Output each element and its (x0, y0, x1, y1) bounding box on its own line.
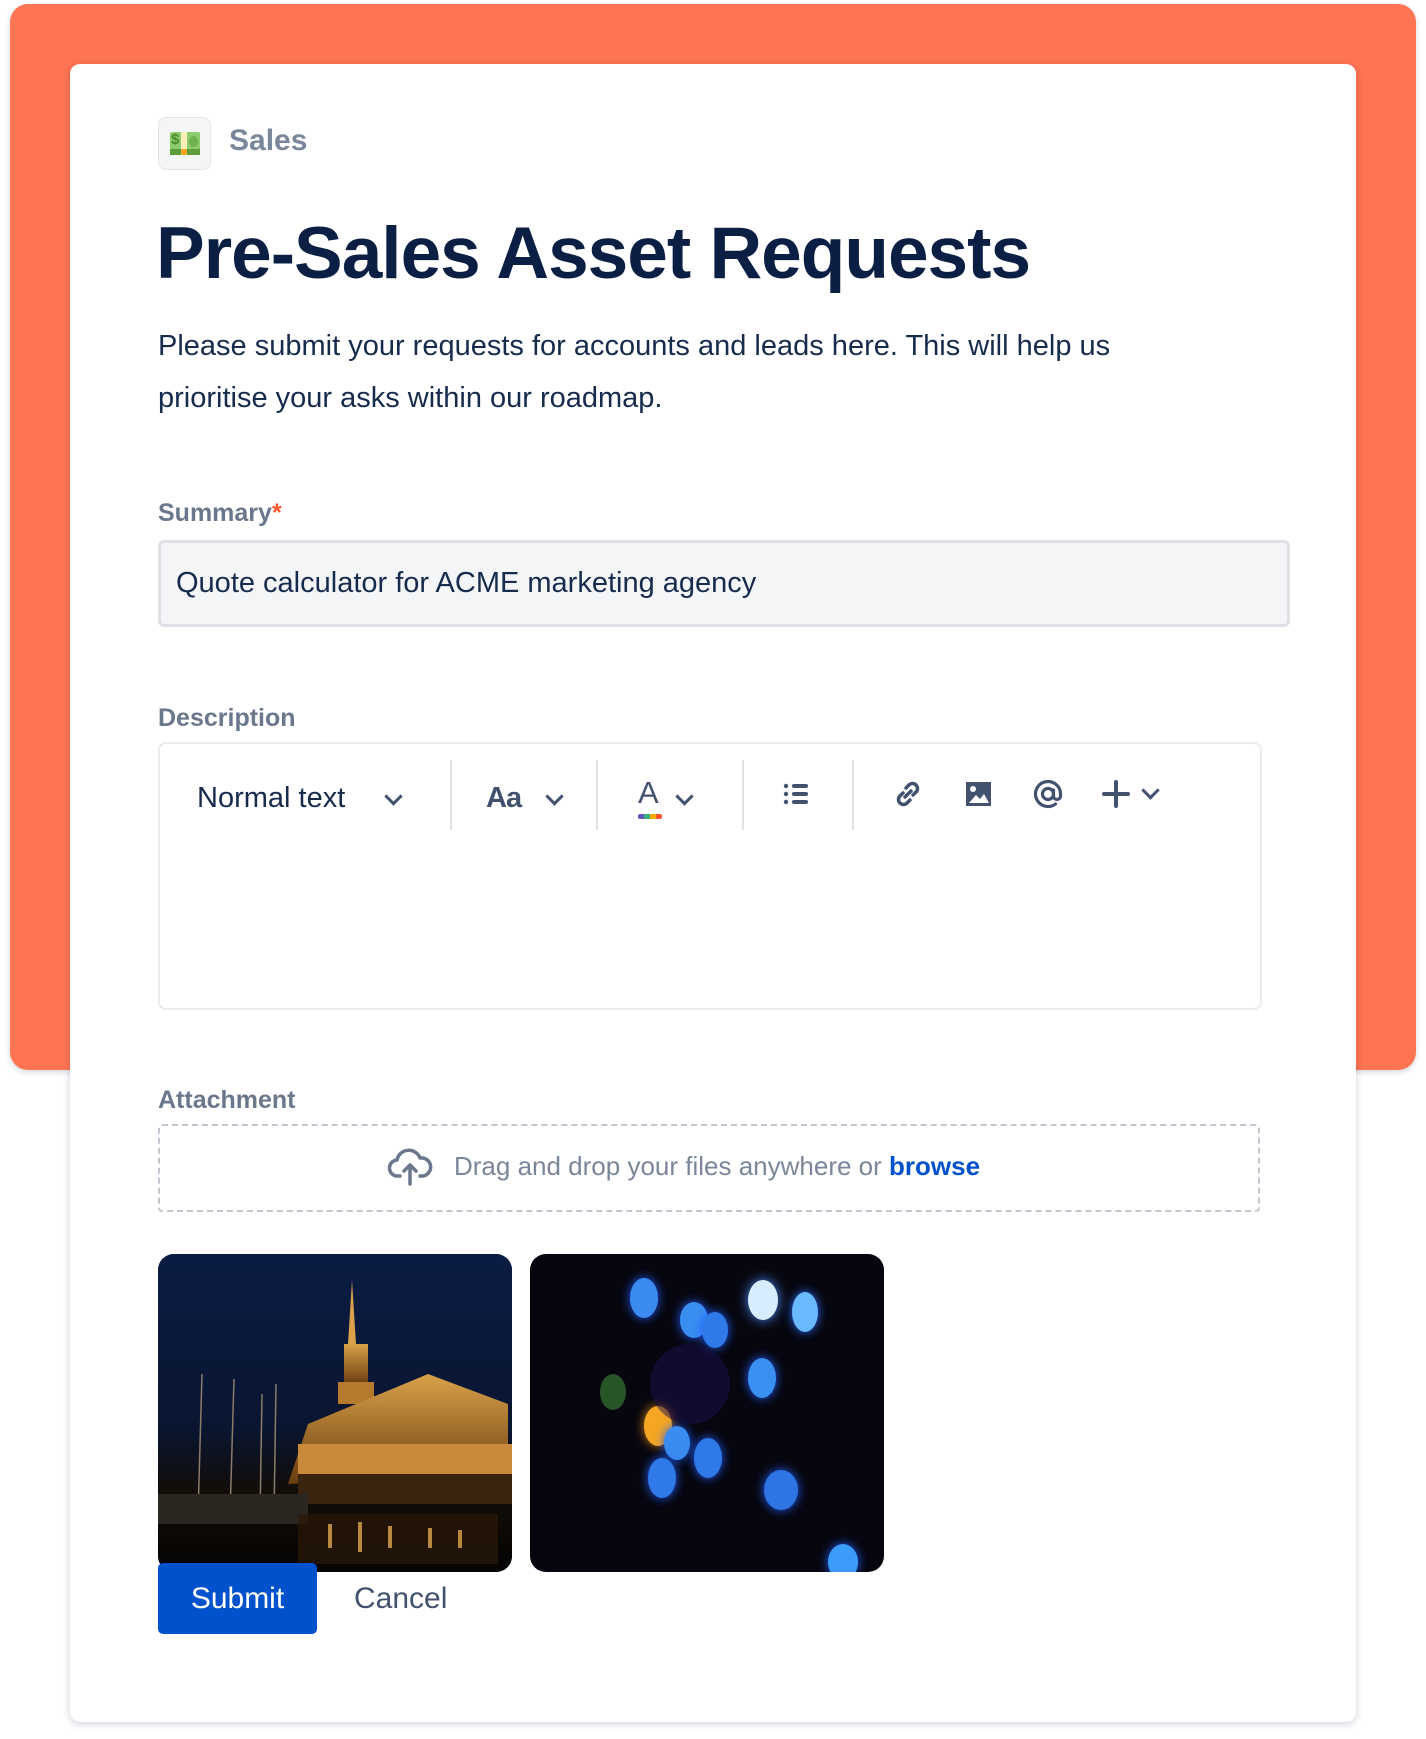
attachment-thumbnail[interactable] (530, 1254, 884, 1572)
description-text-area[interactable] (180, 854, 1240, 992)
summary-input[interactable] (158, 540, 1290, 627)
required-marker: * (271, 499, 282, 527)
submit-button[interactable]: Submit (158, 1563, 317, 1634)
attachment-thumbnail[interactable] (158, 1254, 512, 1572)
toolbar-divider (596, 760, 598, 830)
bokeh-lights-photo (530, 1254, 884, 1572)
plus-icon (1102, 780, 1130, 808)
page-description: Please submit your requests for accounts… (158, 330, 1111, 414)
link-button[interactable] (888, 774, 928, 814)
browse-link[interactable]: browse (889, 1151, 980, 1181)
bullet-list-icon (783, 783, 808, 805)
attachment-dropzone[interactable]: Drag and drop your files anywhere or bro… (158, 1124, 1260, 1212)
attachment-label: Attachment (158, 1086, 296, 1114)
insert-more-button[interactable] (1096, 774, 1168, 814)
description-editor[interactable]: Normal text Aa A (158, 742, 1262, 1010)
toolbar-divider (742, 760, 744, 830)
toolbar-divider (450, 760, 452, 830)
text-color-button[interactable]: A (616, 754, 736, 836)
chevron-down-icon (675, 787, 694, 806)
text-color-icon: A (638, 775, 659, 810)
bullet-list-button[interactable] (776, 774, 816, 814)
description-label: Description (158, 704, 296, 732)
chevron-down-icon (545, 787, 564, 806)
mention-icon (1033, 779, 1063, 809)
mention-button[interactable] (1028, 774, 1068, 814)
dropzone-text: Drag and drop your files anywhere or bro… (454, 1151, 981, 1181)
font-size-icon: Aa (486, 782, 522, 814)
text-style-label: Normal text (197, 782, 346, 814)
page-title: Pre-Sales Asset Requests (156, 213, 1031, 294)
chevron-down-icon (1141, 781, 1160, 800)
font-size-button[interactable]: Aa (470, 754, 590, 836)
chevron-down-icon (384, 787, 403, 806)
link-icon (896, 781, 920, 807)
image-button[interactable] (958, 774, 998, 814)
image-icon (966, 782, 991, 806)
night-harbor-photo (158, 1254, 512, 1572)
text-style-dropdown[interactable]: Normal text (180, 754, 410, 836)
cancel-button[interactable]: Cancel (340, 1563, 461, 1634)
project-avatar: $ (158, 117, 211, 170)
cloud-upload-icon (387, 1148, 433, 1186)
color-bar (638, 814, 662, 819)
summary-label: Summary* (158, 499, 282, 527)
toolbar-divider (852, 760, 854, 830)
project-name[interactable]: Sales (229, 124, 307, 158)
